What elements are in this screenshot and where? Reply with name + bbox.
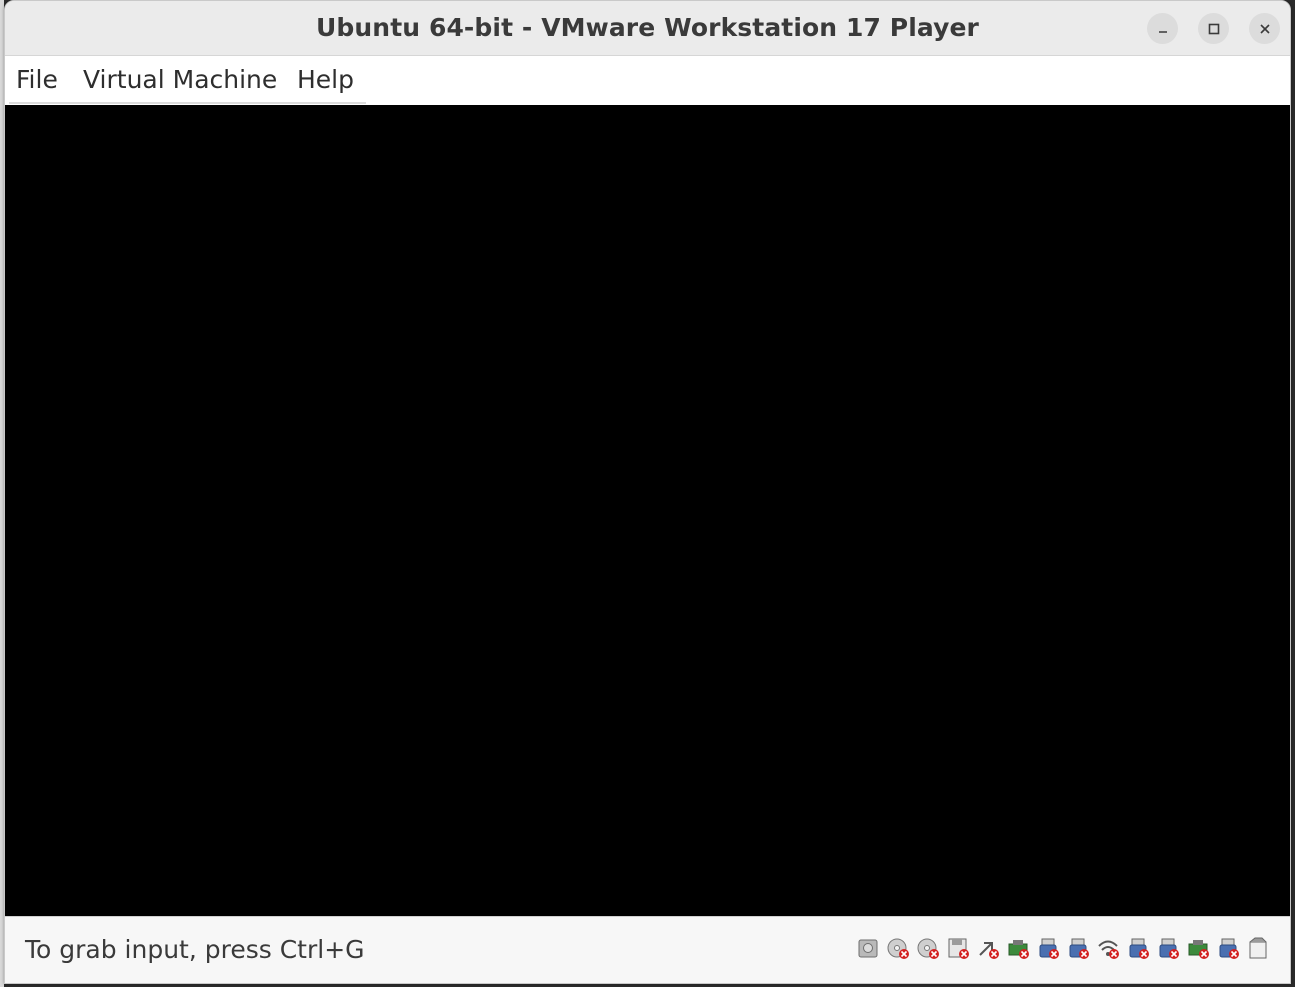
maximize-icon: [1208, 23, 1219, 34]
menu-help[interactable]: Help: [297, 65, 354, 94]
vmware-player-window: Ubuntu 64-bit - VMware Workstation 17 Pl…: [4, 0, 1291, 984]
maximize-button[interactable]: [1198, 13, 1229, 44]
usb-device-icon[interactable]: [1037, 937, 1060, 960]
window-title: Ubuntu 64-bit - VMware Workstation 17 Pl…: [316, 13, 979, 42]
menu-bar: File Virtual Machine Help: [5, 56, 1290, 105]
device-status-icons: [857, 937, 1270, 960]
status-message: To grab input, press Ctrl+G: [25, 935, 365, 964]
network-adapter-icon[interactable]: [977, 937, 1000, 960]
status-bar: To grab input, press Ctrl+G: [5, 916, 1290, 983]
minimize-button[interactable]: [1147, 13, 1178, 44]
usb-device-icon[interactable]: [1217, 937, 1240, 960]
vm-display[interactable]: [5, 105, 1290, 916]
menu-virtual-machine[interactable]: Virtual Machine: [83, 65, 277, 94]
hard-disk-icon[interactable]: [857, 937, 880, 960]
message-log-icon[interactable]: [1247, 937, 1270, 960]
network-card-icon[interactable]: [1007, 937, 1030, 960]
minimize-icon: [1158, 30, 1167, 33]
menu-file[interactable]: File: [16, 65, 58, 94]
close-button[interactable]: [1249, 13, 1280, 44]
close-icon: [1259, 23, 1270, 34]
usb-device-icon[interactable]: [1127, 937, 1150, 960]
usb-device-icon[interactable]: [1067, 937, 1090, 960]
network-card-icon[interactable]: [1187, 937, 1210, 960]
floppy-icon[interactable]: [947, 937, 970, 960]
menubar-divider: [9, 102, 366, 104]
wireless-icon[interactable]: [1097, 937, 1120, 960]
cd-dvd-icon[interactable]: [887, 937, 910, 960]
cd-dvd-icon[interactable]: [917, 937, 940, 960]
title-bar[interactable]: Ubuntu 64-bit - VMware Workstation 17 Pl…: [5, 1, 1290, 56]
usb-device-icon[interactable]: [1157, 937, 1180, 960]
